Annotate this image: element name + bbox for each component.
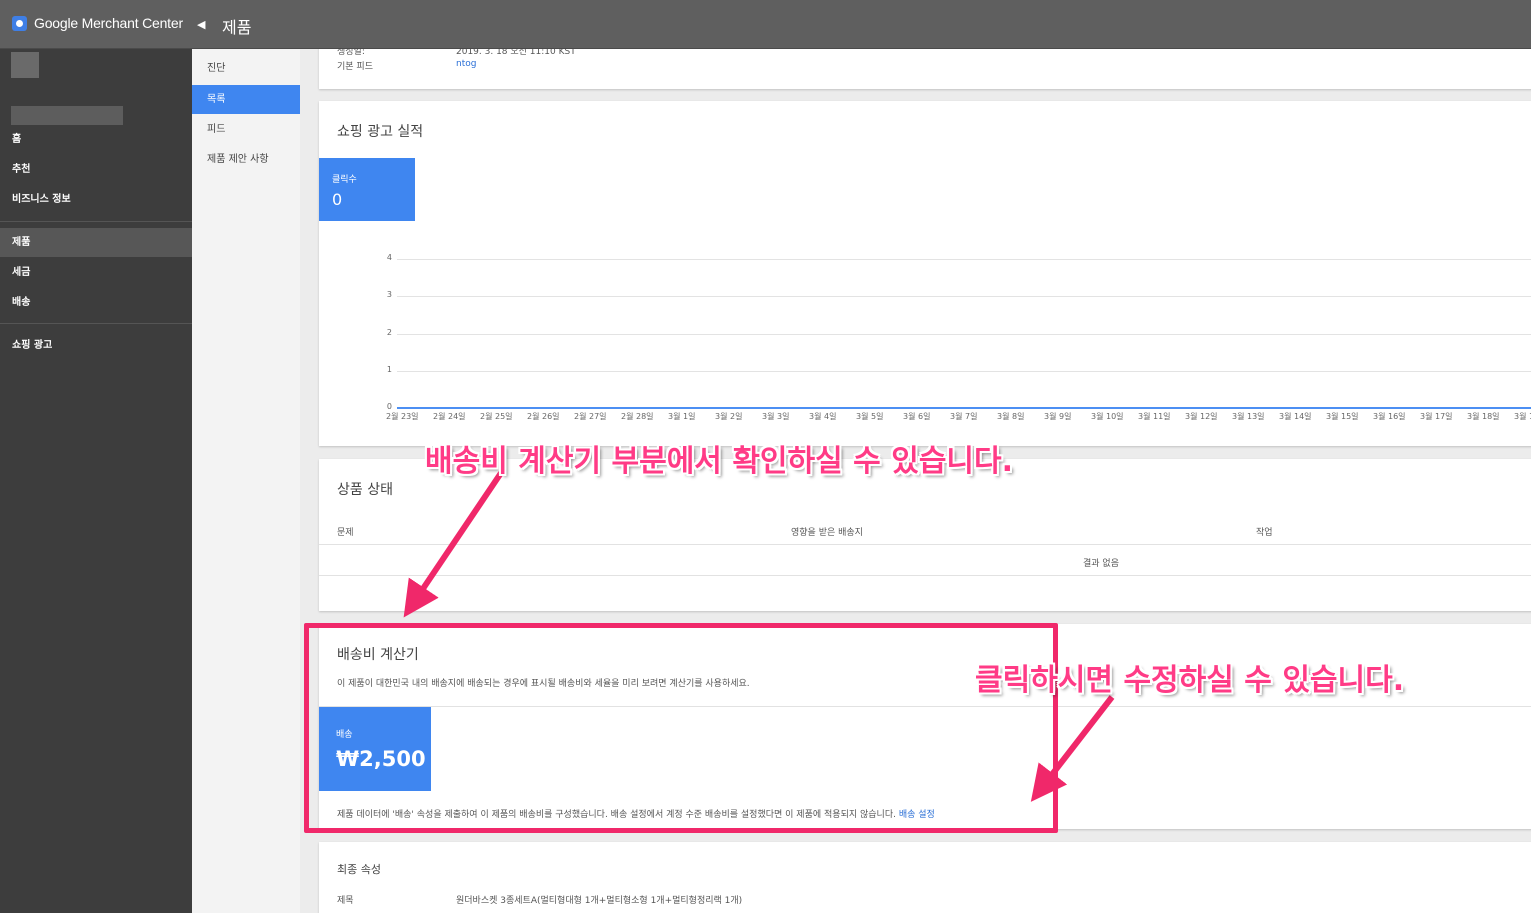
x-tick-label: 3월 15일 — [1326, 412, 1359, 421]
clicks-value: 0 — [332, 190, 343, 209]
table-divider — [319, 575, 1531, 576]
x-tick-label: 2월 25일 — [480, 412, 513, 421]
x-tick-label: 2월 27일 — [574, 412, 607, 421]
chart-gridline — [397, 370, 1531, 372]
x-tick-label: 3월 18일 — [1467, 412, 1500, 421]
y-tick-label: 4 — [386, 253, 392, 262]
x-tick-label: 3월 6일 — [903, 412, 931, 421]
annotation-right-text: 클릭하시면 수정하실 수 있습니다. — [975, 663, 1405, 698]
sub-item-feeds[interactable]: 피드 — [192, 115, 300, 144]
account-name-redacted — [11, 106, 123, 125]
nav-item-home[interactable]: 홈 — [0, 125, 192, 154]
column-affected-destinations: 영향을 받은 배송지 — [791, 528, 863, 538]
column-issue: 문제 — [337, 528, 354, 538]
x-tick-label: 2월 26일 — [527, 412, 560, 421]
left-nav: 홈 추천 비즈니스 정보 제품 세금 배송 쇼핑 광고 — [0, 49, 192, 913]
y-tick-label: 0 — [386, 402, 392, 411]
primary-feed-link[interactable]: ntog — [456, 59, 476, 69]
x-tick-label: 3월 1일 — [668, 412, 696, 421]
x-tick-label: 3월 12일 — [1185, 412, 1218, 421]
merchant-center-logo-icon — [12, 15, 27, 31]
annotation-top-text: 배송비 계산기 부분에서 확인하실 수 있습니다. — [425, 444, 1014, 479]
y-tick-label: 3 — [386, 290, 392, 300]
y-tick-label: 2 — [386, 327, 392, 337]
final-attributes-title: 최종 속성 — [337, 863, 381, 876]
x-tick-label: 3월 16일 — [1373, 412, 1406, 421]
product-status-card: 상품 상태 문제 영향을 받은 배송지 작업 결과 없음 — [319, 459, 1531, 611]
collapse-nav-icon[interactable]: ◀ — [197, 18, 205, 31]
nav-item-recommendations[interactable]: 추천 — [0, 155, 192, 184]
shipping-calculator-highlight — [304, 623, 1058, 833]
nav-item-shopping-ads[interactable]: 쇼핑 광고 — [0, 331, 192, 360]
shopping-ads-performance-card: 쇼핑 광고 실적 클릭수 0 4 3 2 1 0 2월 23일 2월 24일 2월 25일 2월… — [319, 101, 1531, 446]
clicks-series-line — [397, 407, 1531, 409]
x-tick-label: 3월 8일 — [997, 412, 1025, 421]
nav-divider — [0, 323, 192, 324]
nav-item-business-info[interactable]: 비즈니스 정보 — [0, 185, 192, 214]
title-attribute-label: 제목 — [337, 896, 354, 906]
x-tick-label: 3월 14일 — [1279, 412, 1312, 421]
app-name: Google Merchant Center — [34, 15, 183, 31]
x-tick-label: 3월 10일 — [1091, 412, 1124, 421]
product-info-card: 생성일: 2019. 3. 18 오전 11:10 KST 기본 피드 ntog — [319, 49, 1531, 89]
final-attributes-card: 최종 속성 제목 원더바스켓 3종세트A(멀티형대형 1개+멀티형소형 1개+멀… — [319, 842, 1531, 913]
sub-item-list[interactable]: 목록 — [192, 85, 300, 114]
empty-results: 결과 없음 — [1083, 559, 1119, 569]
chart-gridline — [397, 259, 1531, 260]
x-tick-label: 3월 17일 — [1420, 412, 1453, 421]
page-title: 제품 — [222, 18, 252, 37]
x-tick-label: 2월 23일 — [386, 412, 419, 421]
created-label: 생성일: — [337, 49, 365, 57]
nav-item-products[interactable]: 제품 — [0, 228, 192, 257]
x-tick-label: 3월 4일 — [809, 412, 837, 421]
chart-gridline — [397, 333, 1531, 335]
column-action: 작업 — [1256, 528, 1273, 538]
sub-item-product-suggestions[interactable]: 제품 제안 사항 — [192, 145, 300, 174]
x-tick-label: 2월 24일 — [433, 412, 466, 421]
sub-item-diagnostics[interactable]: 진단 — [192, 54, 300, 83]
x-tick-label: 3월 11일 — [1138, 412, 1171, 421]
x-tick-label: 3월 9일 — [1044, 412, 1072, 421]
x-tick-label: 3월 2일 — [715, 412, 743, 421]
created-value: 2019. 3. 18 오전 11:10 KST — [456, 49, 576, 57]
x-tick-label: 3월 7일 — [950, 412, 978, 421]
top-bar: Google Merchant Center ◀ 제품 — [0, 0, 1531, 49]
x-tick-label: 3월 3일 — [762, 412, 790, 421]
x-tick-label: 3월 13일 — [1232, 412, 1265, 421]
performance-title: 쇼핑 광고 실적 — [337, 124, 424, 140]
nav-item-tax[interactable]: 세금 — [0, 258, 192, 287]
status-title: 상품 상태 — [337, 482, 393, 498]
x-tick-label: 3월 19 — [1514, 412, 1531, 421]
x-tick-label: 3월 5일 — [856, 412, 884, 421]
nav-divider — [0, 221, 192, 222]
clicks-tile[interactable]: 클릭수 0 — [319, 158, 415, 221]
sub-nav: 진단 목록 피드 제품 제안 사항 — [192, 49, 300, 913]
clicks-label: 클릭수 — [332, 175, 357, 185]
x-tick-label: 2월 28일 — [621, 412, 654, 421]
nav-item-shipping[interactable]: 배송 — [0, 288, 192, 317]
table-divider — [319, 544, 1531, 545]
avatar[interactable] — [11, 52, 39, 78]
primary-feed-label: 기본 피드 — [337, 62, 373, 72]
chart-gridline — [397, 296, 1531, 298]
brand[interactable]: Google Merchant Center — [12, 15, 183, 31]
y-tick-label: 1 — [386, 364, 392, 374]
title-attribute-value: 원더바스켓 3종세트A(멀티형대형 1개+멀티형소형 1개+멀티형정리랙 1개) — [456, 896, 743, 906]
